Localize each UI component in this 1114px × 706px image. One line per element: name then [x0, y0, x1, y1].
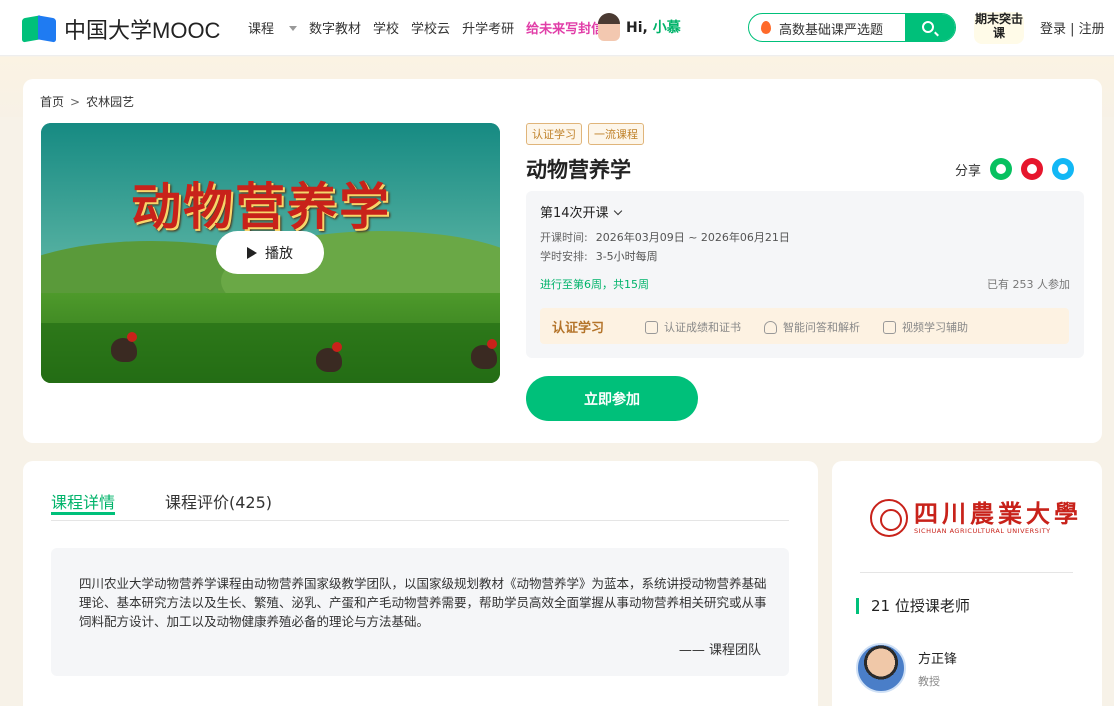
study-schedule: 学时安排: 3-5小时每周: [540, 250, 658, 263]
course-title: 动物营养学: [526, 158, 631, 182]
search-icon: [922, 21, 934, 33]
school-logo[interactable]: 四川農業大學 SICHUAN AGRICULTURAL UNIVERSITY: [870, 499, 1082, 537]
play-icon: [247, 246, 257, 259]
play-button[interactable]: 播放: [216, 231, 324, 274]
share-bar: 分享: [955, 158, 1075, 180]
open-time: 开课时间: 2026年03月09日 ~ 2026年06月21日: [540, 231, 790, 244]
logo-text: 中国大学MOOC: [64, 18, 221, 43]
course-header-card: 首页 > 农林园艺 动物营养学 播放 认证学习 一流课程 动物营养学 分享 第14次…: [23, 79, 1102, 443]
teacher-name: 方正锋: [918, 651, 958, 667]
school-name-en: SICHUAN AGRICULTURAL UNIVERSITY: [914, 527, 1051, 535]
nav-postgrad[interactable]: 升学考研: [462, 18, 514, 37]
fire-icon: [761, 21, 771, 34]
join-course-button[interactable]: 立即参加: [526, 376, 698, 421]
course-detail-panel: 课程详情 课程评价(425) 四川农业大学动物营养学课程由动物营养国家级教学团队…: [23, 461, 818, 706]
top-navbar: 中国大学MOOC 课程 数字教材 学校 学校云 升学考研 给未来写封信 Hi, …: [0, 0, 1114, 56]
breadcrumb-category[interactable]: 农林园艺: [86, 95, 134, 109]
mascot-avatar: [598, 13, 620, 41]
rooster-image: [111, 332, 137, 362]
greeting[interactable]: Hi, 小慕: [598, 13, 681, 41]
cert-label: 认证学习: [552, 321, 605, 336]
search-button[interactable]: [905, 14, 955, 41]
participant-count: 已有 253 人参加: [987, 278, 1070, 291]
certificate-icon: [645, 320, 658, 334]
certified-learning-bar[interactable]: 认证学习 认证成绩和证书 智能问答和解析 视频学习辅助: [540, 308, 1069, 344]
breadcrumb-separator: >: [70, 95, 81, 109]
course-progress: 进行至第6周，共15周: [540, 278, 649, 291]
term-selector[interactable]: 第14次开课: [540, 202, 622, 221]
site-logo[interactable]: 中国大学MOOC: [22, 13, 220, 45]
course-intro: 四川农业大学动物营养学课程由动物营养国家级教学团队，以国家级规划教材《动物营养学…: [51, 548, 789, 676]
main-nav: 课程 数字教材 学校 学校云 升学考研 给未来写封信: [248, 18, 616, 37]
login-register-link[interactable]: 登录 | 注册: [1040, 18, 1105, 37]
teacher-card[interactable]: 方正锋 教授: [856, 643, 957, 693]
book-logo-icon: [22, 15, 58, 43]
weibo-icon[interactable]: [1021, 158, 1044, 180]
play-label: 播放: [265, 245, 293, 262]
chevron-down-icon: [613, 206, 622, 216]
cert-feature-qa: 智能问答和解析: [764, 319, 860, 335]
rooster-image: [471, 339, 497, 369]
course-tags: 认证学习 一流课程: [526, 123, 650, 145]
course-cover-video[interactable]: 动物营养学 播放: [41, 123, 500, 383]
qq-icon[interactable]: [1052, 158, 1075, 180]
tag-first-class: 一流课程: [588, 123, 644, 145]
cert-feature-certificate: 认证成绩和证书: [645, 319, 741, 335]
divider: [860, 572, 1073, 573]
nav-digital-textbooks[interactable]: 数字教材: [309, 18, 361, 37]
video-icon: [883, 320, 896, 334]
greeting-text: Hi, 小慕: [626, 20, 681, 36]
tag-certified: 认证学习: [526, 123, 582, 145]
school-name-cn: 四川農業大學: [914, 499, 1082, 528]
share-label: 分享: [955, 163, 982, 179]
nav-courses[interactable]: 课程: [248, 18, 298, 37]
rooster-image: [316, 342, 342, 372]
caret-down-icon: [289, 26, 298, 31]
avatar: [856, 643, 906, 693]
teachers-heading: 21 位授课老师: [856, 598, 970, 614]
detail-tabs: 课程详情 课程评价(425): [51, 489, 789, 521]
breadcrumb: 首页 > 农林园艺: [40, 93, 134, 110]
search-input[interactable]: 高数基础课严选题: [779, 19, 883, 38]
breadcrumb-home[interactable]: 首页: [40, 95, 64, 109]
cert-feature-video: 视频学习辅助: [883, 319, 968, 335]
search-box[interactable]: 高数基础课严选题: [748, 13, 956, 42]
school-seal-icon: [870, 499, 908, 537]
exam-sprint-badge[interactable]: 期末突击课: [974, 12, 1024, 44]
nav-letter-promo[interactable]: 给未来写封信: [526, 18, 604, 37]
cover-title: 动物营养学: [131, 177, 391, 236]
nav-school-cloud[interactable]: 学校云: [411, 18, 450, 37]
nav-schools[interactable]: 学校: [373, 18, 399, 37]
intro-signature: —— 课程团队: [678, 643, 761, 658]
intro-text: 四川农业大学动物营养学课程由动物营养国家级教学团队，以国家级规划教材《动物营养学…: [79, 576, 767, 629]
term-info-box: 第14次开课 开课时间: 2026年03月09日 ~ 2026年06月21日 学时…: [526, 191, 1084, 358]
wechat-icon[interactable]: [990, 158, 1013, 180]
tab-course-details[interactable]: 课程详情: [51, 489, 116, 515]
robot-icon: [764, 320, 777, 334]
tab-course-reviews[interactable]: 课程评价(425): [165, 489, 272, 513]
teacher-title: 教授: [918, 674, 940, 688]
school-panel: 四川農業大學 SICHUAN AGRICULTURAL UNIVERSITY 2…: [832, 461, 1102, 706]
